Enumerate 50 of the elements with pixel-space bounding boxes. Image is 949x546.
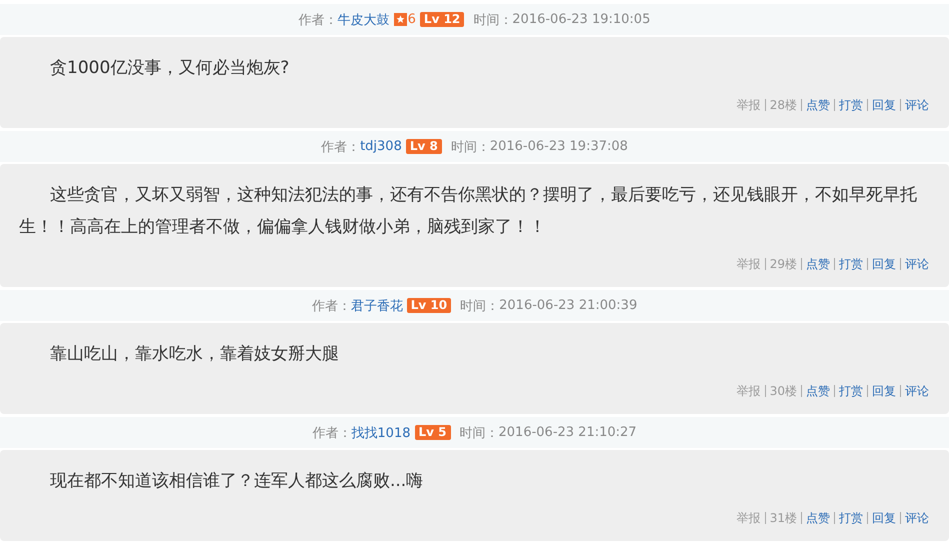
level-badge: Lv 12 [420, 12, 464, 27]
author-link[interactable]: 君子香花 [350, 296, 403, 314]
author-label: 作者： [312, 424, 352, 442]
post-time: 2016-06-23 21:00:39 [499, 298, 638, 313]
action-link[interactable]: 打赏 [839, 255, 863, 273]
level-badge: Lv 8 [406, 139, 442, 154]
author-label: 作者： [298, 12, 338, 28]
action-link[interactable]: 评论 [905, 255, 929, 273]
action-text: 28楼 [770, 97, 797, 114]
action-text: 举报 [736, 97, 761, 114]
time-label: 时间： [450, 138, 490, 156]
author-link[interactable]: 找找1018 [351, 424, 410, 442]
author-label: 作者： [312, 298, 351, 314]
action-link[interactable]: 回复 [872, 509, 896, 527]
time-label: 时间： [460, 298, 500, 314]
action-link[interactable]: 点赞 [806, 382, 830, 400]
post-time: 2016-06-23 19:37:08 [490, 139, 628, 154]
author-link[interactable]: 牛皮大鼓 [338, 10, 390, 28]
action-text: 30楼 [770, 383, 797, 400]
time-label: 时间： [473, 12, 512, 28]
level-badge: Lv 10 [406, 298, 452, 313]
post-text: 这些贪官，又坏又弱智，这种知法犯法的事，还有不告你黑状的？摆明了，最后要吃亏，还见钱眼开，不如早死早托生！！高高在上的管理者不做，偏偏拿人钱财做小弟，脑残到家了！！ [19, 184, 918, 239]
action-text: 举报 [736, 256, 761, 273]
action-link[interactable]: 回复 [872, 96, 896, 114]
action-text: 举报 [736, 383, 761, 400]
action-text: 29楼 [770, 256, 797, 273]
action-link[interactable]: 打赏 [839, 96, 863, 114]
action-text: 31楼 [770, 510, 797, 527]
star-medal-icon [394, 13, 407, 26]
action-link[interactable]: 回复 [872, 255, 896, 273]
post-text: 贪1000亿没事，又何必当炮灰? [49, 57, 290, 80]
action-link[interactable]: 评论 [905, 382, 929, 400]
post-text: 现在都不知道该相信谁了？连军人都这么腐败...嗨 [49, 470, 424, 493]
action-link[interactable]: 点赞 [806, 96, 830, 114]
time-label: 时间： [460, 424, 498, 442]
author-link[interactable]: tdj308 [360, 139, 402, 154]
post-text: 靠山吃山，靠水吃水，靠着妓女掰大腿 [49, 343, 340, 366]
action-link[interactable]: 回复 [872, 382, 896, 400]
level-badge: Lv 5 [414, 425, 450, 440]
action-link[interactable]: 点赞 [806, 255, 830, 273]
action-link[interactable]: 评论 [905, 509, 929, 527]
post-time: 2016-06-23 19:10:05 [512, 12, 650, 27]
action-link[interactable]: 打赏 [839, 509, 863, 527]
action-link[interactable]: 打赏 [839, 382, 863, 400]
action-link[interactable]: 评论 [905, 96, 929, 114]
action-text: 举报 [736, 510, 761, 527]
action-link[interactable]: 点赞 [806, 509, 830, 527]
author-label: 作者： [321, 138, 360, 156]
post-time: 2016-06-23 21:10:27 [498, 425, 637, 440]
medal-count: 6 [408, 12, 416, 27]
